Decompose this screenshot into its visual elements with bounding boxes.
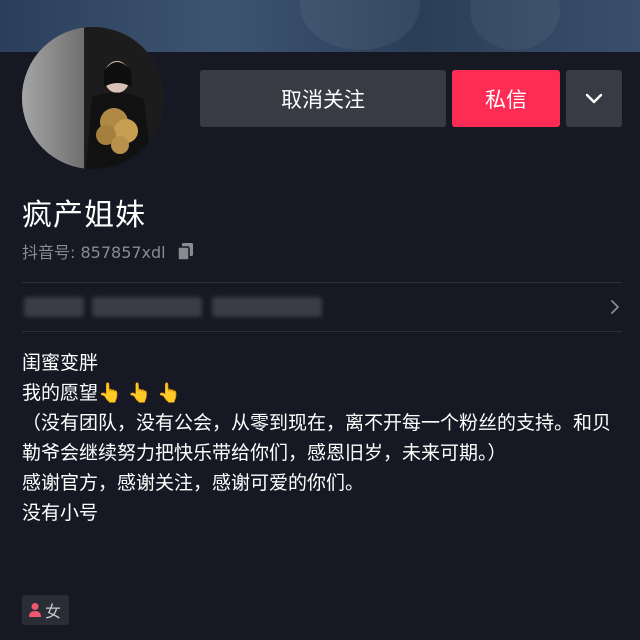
unfollow-button[interactable]: 取消关注 <box>200 70 446 127</box>
account-id: 抖音号: 857857xdl <box>22 243 166 262</box>
bio-line: （没有团队，没有公会，从零到现在，离不开每一个粉丝的支持。和贝勒爷会继续努力把快… <box>22 412 612 464</box>
female-person-icon <box>29 603 41 617</box>
avatar[interactable] <box>22 27 164 169</box>
message-button[interactable]: 私信 <box>452 70 560 127</box>
blurred-link-row[interactable] <box>22 283 622 331</box>
message-button-label: 私信 <box>485 87 527 112</box>
bio-line: 闺蜜变胖 <box>22 352 99 374</box>
chevron-right-icon <box>611 300 619 314</box>
divider <box>22 331 622 332</box>
bio: 闺蜜变胖 我的愿望👆 👆 👆 （没有团队，没有公会，从零到现在，离不开每一个粉丝… <box>22 348 622 528</box>
bio-line: 我的愿望 <box>22 382 99 404</box>
bio-line-wish: 我的愿望👆 👆 👆 <box>22 378 622 408</box>
bio-line: 感谢官方，感谢关注，感谢可爱的你们。 <box>22 472 365 494</box>
unfollow-button-label: 取消关注 <box>281 87 365 112</box>
chevron-down-icon <box>585 93 603 103</box>
gender-label: 女 <box>45 602 62 621</box>
display-name: 疯产姐妹 <box>22 198 146 233</box>
bio-line: 没有小号 <box>22 502 99 524</box>
more-options-button[interactable] <box>566 70 622 127</box>
account-id-row: 抖音号: 857857xdl <box>22 240 196 262</box>
gender-tag: 女 <box>22 595 70 625</box>
pointing-up-emoji: 👆 👆 👆 <box>98 382 182 404</box>
copy-icon[interactable] <box>176 241 196 261</box>
